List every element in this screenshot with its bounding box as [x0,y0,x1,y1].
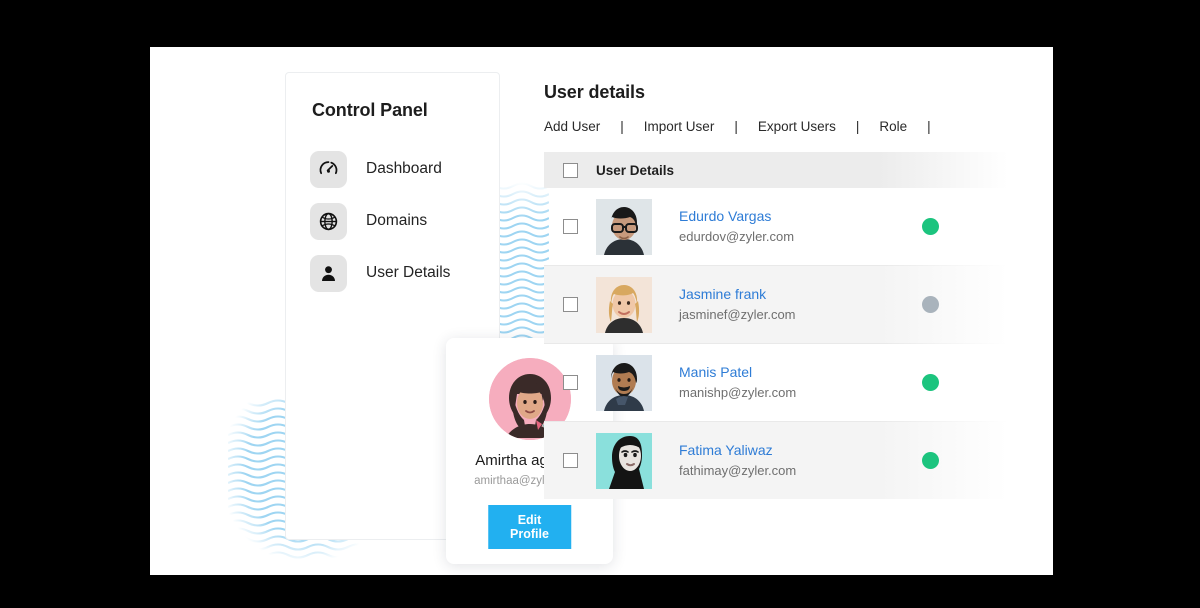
table-row[interactable]: Fatima Yaliwaz fathimay@zyler.com [544,422,1008,499]
row-select-cell [544,297,596,312]
control-panel: Control Panel Dashboard Domains User Det… [285,72,613,564]
select-all-checkbox[interactable] [562,162,578,178]
row-user-info: Jasmine frank jasminef@zyler.com [679,284,922,324]
sidebar-item-domains[interactable]: Domains [310,195,490,247]
status-badge [922,374,939,391]
status-cell [922,296,1008,313]
row-select-cell [544,453,596,468]
row-checkbox[interactable] [562,297,578,312]
row-checkbox[interactable] [562,453,578,468]
sidebar-item-label: User Details [366,264,451,281]
table-row[interactable]: Edurdo Vargas edurdov@zyler.com [544,188,1008,265]
status-badge [922,296,939,313]
table-row[interactable]: Jasmine frank jasminef@zyler.com [544,266,1008,343]
status-cell [922,452,1008,469]
avatar [596,354,652,411]
globe-icon [310,202,347,240]
user-email: fathimay@zyler.com [679,462,797,478]
avatar [596,198,652,255]
user-table: User Details Edurdo Vargas edurdov@zyler… [544,152,1008,499]
table-row[interactable]: Manis Patel manishp@zyler.com [544,344,1008,421]
avatar [596,276,652,333]
toolbar-separator: | [855,119,860,134]
screenshot-stage: Control Panel Dashboard Domains User Det… [0,0,1200,608]
user-name-link[interactable]: Fatima Yaliwaz [679,442,773,458]
row-checkbox[interactable] [562,375,578,390]
user-email: edurdov@zyler.com [679,228,795,244]
export-users-button[interactable]: Export Users [758,119,836,134]
user-email: manishp@zyler.com [679,384,797,400]
table-header-row: User Details [544,152,1008,188]
page-title: User details [544,82,645,102]
import-user-button[interactable]: Import User [644,119,715,134]
speedometer-icon [310,150,347,188]
status-badge [922,452,939,469]
row-user-info: Edurdo Vargas edurdov@zyler.com [679,206,922,246]
edit-profile-button[interactable]: Edit Profile [487,505,572,549]
column-header-user-details: User Details [596,162,675,178]
control-panel-title: Control Panel [312,100,428,120]
sidebar-nav: Dashboard Domains User Details [310,143,490,299]
content-canvas: Control Panel Dashboard Domains User Det… [150,47,1053,575]
person-icon [310,254,347,292]
sidebar-item-user-details[interactable]: User Details [310,247,490,299]
toolbar-separator: | [620,119,624,134]
user-name-link[interactable]: Edurdo Vargas [679,208,771,224]
avatar [596,432,652,489]
user-details-panel: User details Add User | Import User | Ex… [544,82,1053,499]
status-cell [922,218,1008,235]
row-user-info: Fatima Yaliwaz fathimay@zyler.com [679,440,922,480]
role-button[interactable]: Role [879,119,907,134]
row-user-info: Manis Patel manishp@zyler.com [679,362,922,402]
row-checkbox[interactable] [562,219,578,234]
status-cell [922,374,1008,391]
add-user-button[interactable]: Add User [544,119,600,134]
sidebar-item-dashboard[interactable]: Dashboard [310,143,490,195]
status-badge [922,218,939,235]
sidebar-item-label: Domains [366,212,428,229]
row-select-cell [544,219,596,234]
sidebar-item-label: Dashboard [366,160,442,177]
user-name-link[interactable]: Manis Patel [679,364,752,380]
user-name-link[interactable]: Jasmine frank [679,286,766,302]
toolbar-separator: | [927,119,931,134]
select-all-cell [544,162,596,178]
user-actions-toolbar: Add User | Import User | Export Users | … [544,119,1053,134]
user-email: jasminef@zyler.com [679,306,796,322]
row-select-cell [544,375,596,390]
toolbar-separator: | [734,119,738,134]
